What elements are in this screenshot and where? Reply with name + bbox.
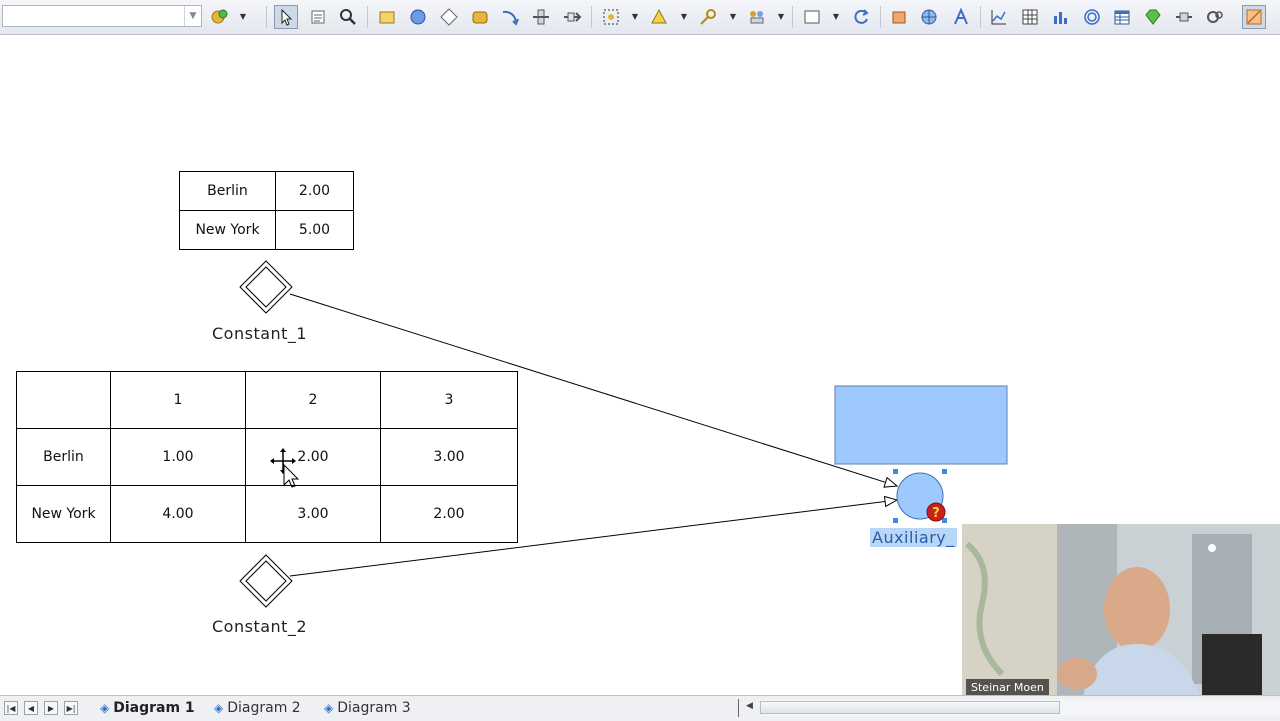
combo-dropdown-icon[interactable]: ▼ — [184, 6, 201, 26]
globe-icon[interactable] — [917, 5, 941, 29]
presenter-video — [962, 524, 1280, 702]
selection-dropdown-icon[interactable]: ▼ — [831, 10, 841, 22]
diagram-icon: ◈ — [100, 701, 110, 715]
diagram-tab-bar: |◀ ◀ ▶ ▶| ◈ Diagram 1 ◈ Diagram 2 ◈ Diag… — [0, 695, 1280, 721]
next-tab-icon[interactable]: ▶ — [44, 701, 58, 715]
table-header-cell: 2 — [245, 371, 381, 429]
horizontal-scrollbar[interactable] — [760, 700, 1280, 716]
table-header-cell — [16, 371, 111, 429]
add-dropdown-icon[interactable]: ▼ — [238, 10, 248, 22]
key-icon[interactable] — [696, 5, 720, 29]
spiral-icon[interactable] — [1080, 5, 1104, 29]
scroll-left-icon[interactable]: ◀ — [746, 701, 753, 711]
table-cell: Berlin — [16, 428, 111, 486]
highlight-icon[interactable] — [1242, 5, 1266, 29]
table-cell[interactable]: 5.00 — [275, 210, 354, 250]
tab-label: Diagram 3 — [337, 700, 411, 716]
warning-icon: ? — [926, 502, 946, 522]
curve-arrow-icon[interactable] — [498, 5, 522, 29]
connector-icon[interactable] — [529, 5, 553, 29]
table-cell[interactable]: 2.00 — [245, 428, 381, 486]
text-icon[interactable] — [306, 5, 330, 29]
table-row: New York 5.00 — [179, 210, 354, 250]
rectangle-icon[interactable] — [375, 5, 399, 29]
constant2-label[interactable]: Constant_2 — [212, 617, 307, 636]
table-cell[interactable]: 3.00 — [380, 428, 518, 486]
group-icon[interactable] — [745, 5, 769, 29]
tab-label: Diagram 2 — [227, 700, 301, 716]
tab-diagram-2[interactable]: ◈ Diagram 2 — [214, 697, 301, 719]
presenter-name: Steinar Moen — [966, 679, 1049, 696]
table-cell: Berlin — [179, 171, 276, 211]
zoom-icon[interactable] — [336, 5, 360, 29]
last-tab-icon[interactable]: ▶| — [64, 701, 78, 715]
constant2-diamond-icon[interactable] — [239, 554, 293, 608]
tab-diagram-1[interactable]: ◈ Diagram 1 — [100, 697, 195, 719]
diamond-icon[interactable] — [437, 5, 461, 29]
gears-icon[interactable] — [1203, 5, 1227, 29]
table-row: Berlin 1.00 2.00 3.00 — [16, 428, 518, 486]
svg-text:?: ? — [932, 506, 940, 521]
prev-tab-icon[interactable]: ◀ — [24, 701, 38, 715]
lasso-dropdown-icon[interactable]: ▼ — [630, 10, 640, 22]
plug-icon[interactable] — [1172, 5, 1196, 29]
key-dropdown-icon[interactable]: ▼ — [728, 10, 738, 22]
lasso-icon[interactable] — [599, 5, 623, 29]
bar-chart-icon[interactable] — [1049, 5, 1073, 29]
selection-rect-icon[interactable] — [800, 5, 824, 29]
table-header-cell: 3 — [380, 371, 518, 429]
toolbar: ▼ ▼ ▼ ▼ ▼ ▼ ▼ — [0, 0, 1280, 35]
group-dropdown-icon[interactable]: ▼ — [776, 10, 786, 22]
table-cell: New York — [179, 210, 276, 250]
table-icon[interactable] — [1110, 5, 1134, 29]
table-cell: New York — [16, 485, 111, 543]
constant1-diamond-icon[interactable] — [239, 260, 293, 314]
triangle-dropdown-icon[interactable]: ▼ — [679, 10, 689, 22]
constant2-table: 1 2 3 Berlin 1.00 2.00 3.00 New York 4.0… — [16, 371, 518, 543]
pointer-icon[interactable] — [274, 5, 298, 29]
circle-icon[interactable] — [406, 5, 430, 29]
chart-icon[interactable] — [987, 5, 1011, 29]
table-header-cell: 1 — [110, 371, 246, 429]
table-cell[interactable]: 1.00 — [110, 428, 246, 486]
font-icon[interactable] — [949, 5, 973, 29]
hand-icon[interactable] — [887, 5, 911, 29]
refresh-icon[interactable] — [849, 5, 873, 29]
diagram-icon: ◈ — [324, 701, 334, 715]
table-cell[interactable]: 2.00 — [380, 485, 518, 543]
auxiliary-label[interactable]: Auxiliary_ — [870, 528, 957, 547]
diagram-icon: ◈ — [214, 701, 224, 715]
table-cell[interactable]: 4.00 — [110, 485, 246, 543]
splitter[interactable] — [738, 699, 739, 717]
constant1-label[interactable]: Constant_1 — [212, 324, 307, 343]
table-cell[interactable]: 2.00 — [275, 171, 354, 211]
webcam-overlay: Steinar Moen — [962, 524, 1280, 702]
link-icon[interactable] — [560, 5, 584, 29]
table-row: Berlin 2.00 — [179, 171, 354, 211]
add-icon[interactable] — [208, 5, 232, 29]
rounded-rect-icon[interactable] — [468, 5, 492, 29]
constant1-table: Berlin 2.00 New York 5.00 — [179, 171, 354, 250]
grid-icon[interactable] — [1018, 5, 1042, 29]
auxiliary-value-box — [834, 385, 1008, 465]
triangle-icon[interactable] — [647, 5, 671, 29]
tab-label: Diagram 1 — [113, 700, 195, 716]
table-header-row: 1 2 3 — [16, 371, 518, 429]
table-cell[interactable]: 3.00 — [245, 485, 381, 543]
gem-icon[interactable] — [1141, 5, 1165, 29]
table-row: New York 4.00 3.00 2.00 — [16, 485, 518, 543]
tab-diagram-3[interactable]: ◈ Diagram 3 — [324, 697, 411, 719]
scenario-combo[interactable]: ▼ — [2, 5, 202, 27]
scrollbar-thumb[interactable] — [760, 701, 1060, 714]
first-tab-icon[interactable]: |◀ — [4, 701, 18, 715]
